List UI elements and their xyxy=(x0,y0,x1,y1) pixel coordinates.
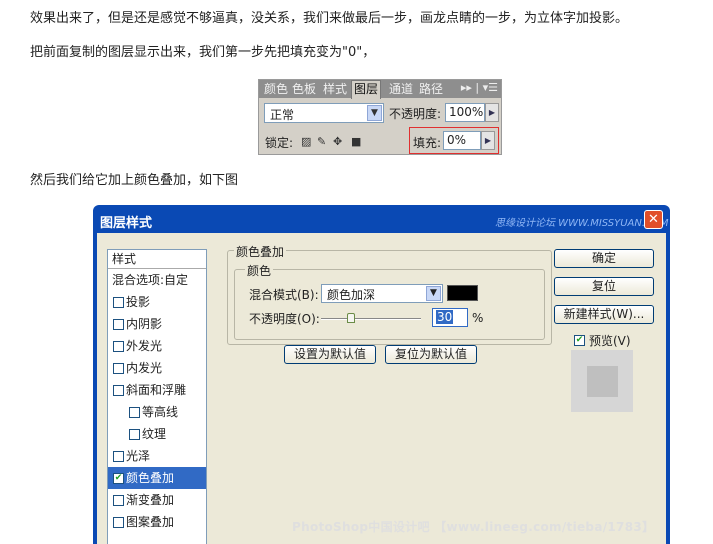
chevron-down-icon: ▼ xyxy=(367,105,382,121)
layer-style-dialog: 图层样式 思缘设计论坛 WWW.MISSYUAN.COM ✕ 样式 混合选项:自… xyxy=(93,205,670,544)
preview-thumbnail-inner xyxy=(587,366,618,397)
section-title: 颜色叠加 xyxy=(234,243,287,260)
style-item-label: 内阴影 xyxy=(126,317,163,331)
layers-panel: 颜色 色板 样式 图层 通道 路径 ▸▸ | ▾☰ 正常 ▼ 不透明度: 100… xyxy=(258,79,502,155)
chevron-down-icon: ▼ xyxy=(426,286,441,301)
paragraph-1: 效果出来了，但是还是感觉不够逼真，没关系，我们来做最后一步，画龙点睛的一步，为立… xyxy=(30,11,629,26)
style-list-item[interactable]: ✔ 颜色叠加 xyxy=(108,467,206,489)
tab-channels[interactable]: 通道 xyxy=(387,81,415,98)
style-checkbox[interactable] xyxy=(113,341,124,352)
style-checkbox[interactable] xyxy=(113,297,124,308)
overlay-opacity-value: 30 xyxy=(436,310,454,324)
style-list-item[interactable]: 外发光 xyxy=(108,335,206,357)
blend-mode-select[interactable]: 正常 ▼ xyxy=(264,103,384,123)
preview-thumbnail xyxy=(571,350,633,412)
style-item-label: 内发光 xyxy=(126,361,163,375)
tab-styles[interactable]: 样式 xyxy=(321,81,349,98)
checkmark-icon: ✔ xyxy=(114,473,123,483)
opacity-label: 不透明度: xyxy=(389,107,442,121)
style-list-item[interactable]: 内阴影 xyxy=(108,313,206,335)
panel-menu-icon[interactable]: ▸▸ | ▾☰ xyxy=(461,81,498,94)
reset-button[interactable]: 复位 xyxy=(554,277,654,296)
style-list-item[interactable]: 等高线 xyxy=(108,401,206,423)
opacity-slider-track[interactable] xyxy=(321,318,421,320)
opacity-input[interactable]: 100% xyxy=(445,103,485,122)
blend-mode-label: 混合模式(B): xyxy=(249,288,319,302)
percent-unit: % xyxy=(472,311,484,325)
reset-default-button[interactable]: 复位为默认值 xyxy=(385,345,477,364)
dialog-title: 图层样式 xyxy=(100,216,153,231)
style-checkbox[interactable] xyxy=(129,429,140,440)
dialog-body: 样式 混合选项:自定 投影 内阴影 外发光 内发光 斜面和浮雕 等高线 纹理 光泽 ✔ 颜色叠加 渐变… xyxy=(97,233,666,544)
style-checkbox[interactable] xyxy=(113,385,124,396)
style-list-item[interactable]: 投影 xyxy=(108,291,206,313)
watermark-top: 思缘设计论坛 WWW.MISSYUAN.COM xyxy=(495,218,669,229)
style-item-label: 渐变叠加 xyxy=(126,493,175,507)
tab-paths[interactable]: 路径 xyxy=(417,81,445,98)
style-item-label: 混合选项:自定 xyxy=(112,273,189,287)
style-list-item[interactable]: 斜面和浮雕 xyxy=(108,379,206,401)
style-item-label: 等高线 xyxy=(142,405,179,419)
style-list: 样式 混合选项:自定 投影 内阴影 外发光 内发光 斜面和浮雕 等高线 纹理 光泽 ✔ 颜色叠加 渐变… xyxy=(107,249,207,544)
set-default-button[interactable]: 设置为默认值 xyxy=(284,345,376,364)
lock-brush-icon[interactable]: ✎ xyxy=(317,136,328,147)
overlay-opacity-label: 不透明度(O): xyxy=(249,312,320,326)
ok-button[interactable]: 确定 xyxy=(554,249,654,268)
tab-swatches[interactable]: 色板 xyxy=(290,81,318,98)
style-list-item[interactable]: 光泽 xyxy=(108,445,206,467)
paragraph-3: 然后我们给它加上颜色叠加，如下图 xyxy=(30,173,239,188)
opacity-arrow-icon[interactable]: ▶ xyxy=(485,103,499,122)
overlay-blend-select[interactable]: 颜色加深 ▼ xyxy=(321,284,443,303)
style-list-item[interactable]: 图案叠加 xyxy=(108,511,206,533)
style-item-label: 颜色叠加 xyxy=(126,471,175,485)
color-group: 颜色 混合模式(B): 颜色加深 ▼ 不透明度(O): 30 % xyxy=(234,262,545,340)
group-title: 颜色 xyxy=(245,262,274,279)
style-checkbox[interactable] xyxy=(113,451,124,462)
fill-arrow-icon[interactable]: ▶ xyxy=(481,131,495,150)
overlay-color-swatch[interactable] xyxy=(447,285,478,301)
fill-label: 填充: xyxy=(413,136,442,150)
lock-all-icon[interactable]: ■ xyxy=(351,136,362,147)
opacity-slider-thumb[interactable] xyxy=(347,313,355,323)
lock-label: 锁定: xyxy=(265,136,294,150)
style-checkbox[interactable] xyxy=(113,319,124,330)
panel-tabbar: 颜色 色板 样式 图层 通道 路径 ▸▸ | ▾☰ xyxy=(259,80,501,99)
style-list-item[interactable]: 内发光 xyxy=(108,357,206,379)
preview-checkbox[interactable]: ✔ xyxy=(574,335,585,346)
style-item-label: 光泽 xyxy=(126,449,151,463)
style-list-header[interactable]: 样式 xyxy=(108,250,206,269)
overlay-blend-value: 颜色加深 xyxy=(327,288,376,302)
style-list-item[interactable]: 混合选项:自定 xyxy=(108,269,206,291)
style-item-label: 投影 xyxy=(126,295,151,309)
style-item-label: 图案叠加 xyxy=(126,515,175,529)
close-icon[interactable]: ✕ xyxy=(644,210,663,229)
fill-input[interactable]: 0% xyxy=(443,131,481,150)
lock-transparent-icon[interactable]: ▨ xyxy=(301,136,312,147)
style-checkbox[interactable] xyxy=(113,517,124,528)
style-checkbox[interactable] xyxy=(129,407,140,418)
style-item-label: 纹理 xyxy=(142,427,167,441)
overlay-opacity-input[interactable]: 30 xyxy=(432,308,468,327)
paragraph-2: 把前面复制的图层显示出来，我们第一步先把填充变为"0"， xyxy=(30,45,376,60)
style-checkbox[interactable] xyxy=(113,495,124,506)
blend-mode-value: 正常 xyxy=(270,108,295,122)
tab-layers[interactable]: 图层 xyxy=(351,80,382,99)
lock-move-icon[interactable]: ✥ xyxy=(333,136,344,147)
style-item-label: 斜面和浮雕 xyxy=(126,383,187,397)
new-style-button[interactable]: 新建样式(W)... xyxy=(554,305,654,324)
style-item-label: 外发光 xyxy=(126,339,163,353)
watermark-bottom: PhotoShop中国设计吧 【www.lineeg.com/tieba/178… xyxy=(292,520,655,534)
fill-highlight: 填充: 0% ▶ xyxy=(409,127,499,154)
preview-label: 预览(V) xyxy=(589,334,631,348)
style-checkbox[interactable] xyxy=(113,363,124,374)
checkmark-icon: ✔ xyxy=(575,335,584,345)
style-list-item[interactable]: 纹理 xyxy=(108,423,206,445)
tab-color[interactable]: 颜色 xyxy=(262,81,290,98)
style-checkbox[interactable]: ✔ xyxy=(113,473,124,484)
color-overlay-section: 颜色叠加 颜色 混合模式(B): 颜色加深 ▼ 不透明度(O): 30 % xyxy=(227,243,552,345)
style-list-item[interactable]: 渐变叠加 xyxy=(108,489,206,511)
